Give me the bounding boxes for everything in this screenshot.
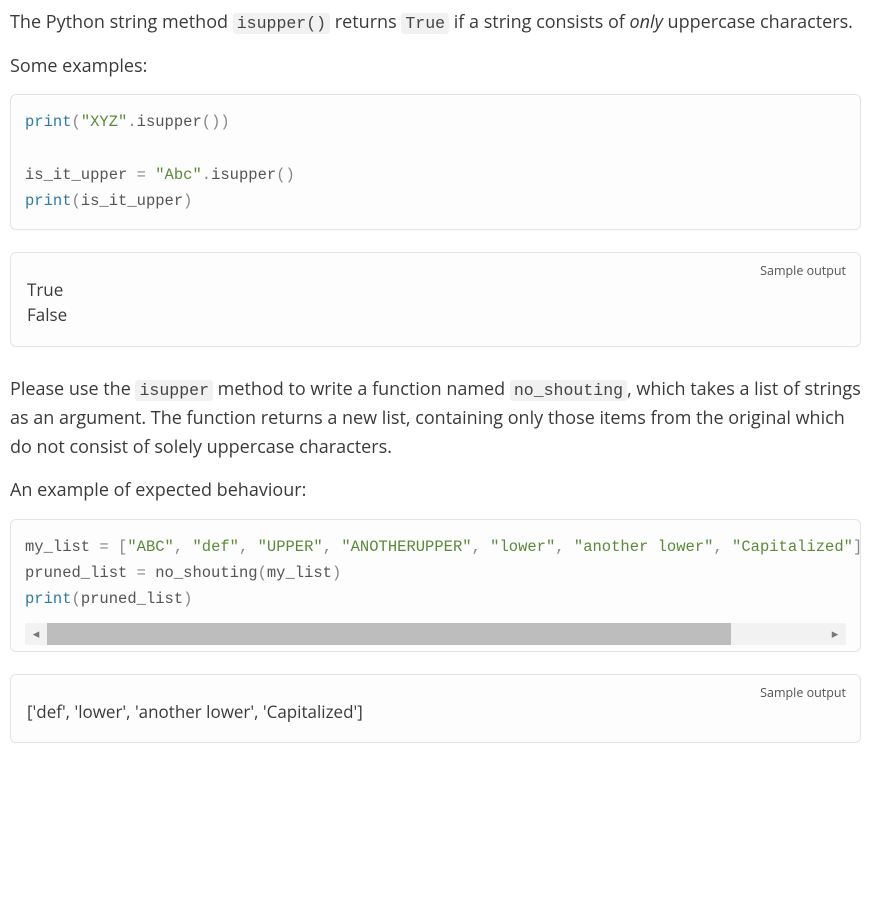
token-id: my_list [267,564,332,582]
code-example-2: my_list = ["ABC", "def", "UPPER", "ANOTH… [10,519,861,652]
inline-code-isupper: isupper() [233,13,330,34]
intro-paragraph-1: The Python string method isupper() retur… [10,8,861,38]
code-content: my_list = ["ABC", "def", "UPPER", "ANOTH… [25,534,846,613]
sample-output-2: Sample output ['def', 'lower', 'another … [10,674,861,744]
token-punc: ( [258,564,267,582]
token-punc: ) [183,590,192,608]
token-punc: . [127,113,136,131]
token-id: isupper [137,113,202,131]
token-op: = [127,166,155,184]
token-punc: , [472,538,491,556]
scroll-left-arrow-icon[interactable]: ◂ [25,623,47,644]
token-fn: print [25,192,72,210]
inline-code-true: True [401,13,449,34]
token-fn: print [25,113,72,131]
token-str: "ANOTHERUPPER" [341,538,471,556]
emphasis-only: only [630,10,663,34]
token-op: = [90,538,118,556]
text: The Python string method [10,10,233,34]
token-punc: ( [72,590,81,608]
token-id: no_shouting [155,564,257,582]
token-punc: [ [118,538,127,556]
token-id: is_it_upper [81,192,183,210]
scrollbar-track[interactable] [47,623,824,645]
text: returns [330,10,401,34]
token-str: "Abc" [155,166,202,184]
output-text: True False [27,277,844,328]
token-punc: ) [332,564,341,582]
token-fn: print [25,590,72,608]
text: method to write a function named [213,377,510,401]
token-str: "UPPER" [258,538,323,556]
inline-code-isupper: isupper [135,380,213,401]
token-id: pruned_list [25,564,127,582]
token-str: "ABC" [127,538,174,556]
code-example-1: print("XYZ".isupper()) is_it_upper = "Ab… [10,94,861,229]
token-id: is_it_upper [25,166,127,184]
token-punc: , [239,538,258,556]
token-punc: () [276,166,295,184]
token-punc: , [555,538,574,556]
token-str: "another lower" [574,538,714,556]
token-punc: , [174,538,193,556]
sample-output-label: Sample output [760,261,846,281]
code-content: print("XYZ".isupper()) is_it_upper = "Ab… [25,109,846,214]
token-punc: ( [72,192,81,210]
intro-paragraph-2: Some examples: [10,52,861,81]
scroll-right-arrow-icon[interactable]: ▸ [824,623,846,644]
token-id: my_list [25,538,90,556]
task-paragraph-2: An example of expected behaviour: [10,476,861,505]
horizontal-scrollbar[interactable]: ◂ ▸ [25,623,846,645]
token-str: "XYZ" [81,113,128,131]
text: if a string consists of [449,10,629,34]
token-str: "Capitalized" [732,538,853,556]
text: uppercase characters. [663,10,853,34]
token-punc: ] [853,538,861,556]
token-punc: , [713,538,732,556]
token-str: "lower" [490,538,555,556]
inline-code-no-shouting: no_shouting [510,380,627,401]
token-str: "def" [192,538,239,556]
token-op: = [127,564,155,582]
token-punc: , [323,538,342,556]
text: Please use the [10,377,135,401]
scrollbar-thumb[interactable] [47,623,731,645]
token-punc: ()) [202,113,230,131]
sample-output-label: Sample output [760,683,846,703]
sample-output-1: Sample output True False [10,252,861,347]
task-paragraph-1: Please use the isupper method to write a… [10,375,861,462]
token-id: pruned_list [81,590,183,608]
output-text: ['def', 'lower', 'another lower', 'Capit… [27,699,844,725]
token-punc: ) [183,192,192,210]
token-punc: ( [72,113,81,131]
token-punc: . [202,166,211,184]
token-id: isupper [211,166,276,184]
